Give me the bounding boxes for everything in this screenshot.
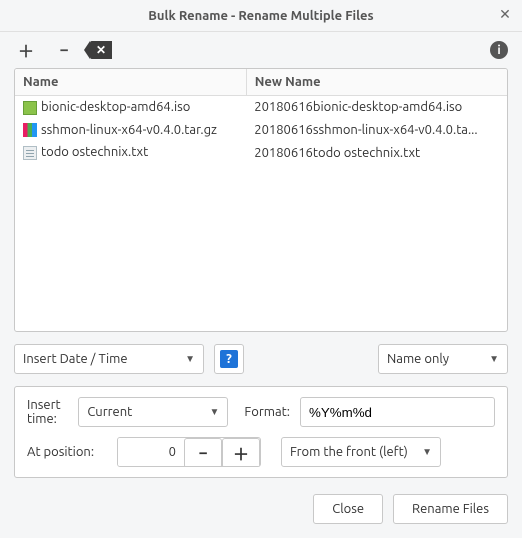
table-row[interactable]: sshmon-linux-x64-v0.4.0.tar.gz 20180616s… xyxy=(15,119,507,142)
footer: Close Rename Files xyxy=(0,484,522,538)
remove-file-button[interactable]: − xyxy=(52,38,76,62)
table-row[interactable]: bionic-desktop-amd64.iso 20180616bionic-… xyxy=(15,96,507,119)
mode-row: Insert Date / Time ▼ ? Name only ▼ xyxy=(0,332,522,380)
rename-files-button[interactable]: Rename Files xyxy=(393,494,508,524)
operation-select-value: Insert Date / Time xyxy=(23,352,128,366)
add-file-button[interactable]: ＋ xyxy=(14,38,38,62)
file-name: sshmon-linux-x64-v0.4.0.tar.gz xyxy=(41,123,217,137)
file-new-name: 20180616todo ostechnix.txt xyxy=(246,141,507,164)
from-select-value: From the front (left) xyxy=(290,445,408,459)
window-title: Bulk Rename - Rename Multiple Files xyxy=(148,9,373,23)
column-header-name[interactable]: Name xyxy=(15,69,246,96)
help-button[interactable]: ? xyxy=(214,344,244,374)
table-header-row: Name New Name xyxy=(15,69,507,96)
format-label: Format: xyxy=(244,405,290,419)
position-spinner: 0 − ＋ xyxy=(117,437,261,467)
options-panel: Insert time: Current ▼ Format: At positi… xyxy=(14,386,508,478)
chevron-down-icon: ▼ xyxy=(422,446,432,458)
format-input[interactable] xyxy=(300,397,495,427)
file-type-icon xyxy=(23,123,37,137)
file-name: bionic-desktop-amd64.iso xyxy=(41,100,190,114)
file-list-panel: Name New Name bionic-desktop-amd64.iso 2… xyxy=(14,68,508,332)
chevron-down-icon: ▼ xyxy=(210,406,220,418)
column-header-newname[interactable]: New Name xyxy=(246,69,507,96)
info-icon[interactable]: i xyxy=(490,41,508,59)
title-bar: Bulk Rename - Rename Multiple Files ✕ xyxy=(0,0,522,32)
position-label: At position: xyxy=(27,445,107,459)
toolbar: ＋ − ✕ i xyxy=(0,32,522,68)
scope-select[interactable]: Name only ▼ xyxy=(378,344,508,374)
close-button[interactable]: Close xyxy=(313,494,383,524)
from-select[interactable]: From the front (left) ▼ xyxy=(281,437,441,467)
position-value[interactable]: 0 xyxy=(118,438,184,466)
spinner-decrement[interactable]: − xyxy=(184,438,222,467)
question-icon: ? xyxy=(220,350,238,368)
operation-select[interactable]: Insert Date / Time ▼ xyxy=(14,344,204,374)
insert-time-value: Current xyxy=(87,405,132,419)
chevron-down-icon: ▼ xyxy=(489,353,499,365)
file-type-icon xyxy=(23,101,37,115)
clear-button[interactable]: ✕ xyxy=(90,41,112,59)
file-table: Name New Name bionic-desktop-amd64.iso 2… xyxy=(15,69,507,164)
file-name: todo ostechnix.txt xyxy=(41,145,148,159)
scope-select-value: Name only xyxy=(387,352,449,366)
file-new-name: 20180616sshmon-linux-x64-v0.4.0.ta... xyxy=(246,119,507,142)
chevron-down-icon: ▼ xyxy=(185,353,195,365)
file-new-name: 20180616bionic-desktop-amd64.iso xyxy=(246,96,507,119)
close-window-button[interactable]: ✕ xyxy=(496,6,514,24)
table-row[interactable]: todo ostechnix.txt 20180616todo ostechni… xyxy=(15,141,507,164)
insert-time-label: Insert time: xyxy=(27,398,68,426)
file-type-icon xyxy=(23,146,37,160)
insert-time-select[interactable]: Current ▼ xyxy=(78,397,228,427)
spinner-increment[interactable]: ＋ xyxy=(222,438,260,467)
